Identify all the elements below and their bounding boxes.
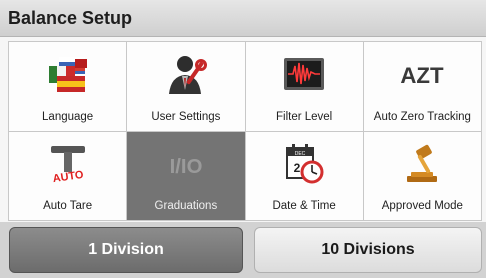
filter-level-icon — [279, 52, 329, 96]
calendar-day-text: 2 — [294, 161, 301, 175]
auto-tare-icon-text: AUTO — [52, 168, 85, 184]
auto-tare-icon: AUTO — [43, 142, 93, 186]
gavel-icon — [397, 142, 447, 186]
graduations-icon: I/IO — [161, 142, 211, 186]
tile-auto-tare[interactable]: AUTO Auto Tare — [9, 131, 127, 220]
settings-grid: Language User Settings Filter Level AZT … — [8, 41, 482, 221]
tile-auto-zero-tracking[interactable]: AZT Auto Zero Tracking — [363, 42, 481, 131]
tile-date-time[interactable]: DEC 2 Date & Time — [245, 131, 363, 220]
division-options-bar: 1 Division 10 Divisions — [0, 222, 486, 278]
tile-label: Graduations — [154, 200, 218, 212]
tile-approved-mode[interactable]: Approved Mode — [363, 131, 481, 220]
flags-icon — [43, 52, 93, 96]
one-division-button[interactable]: 1 Division — [9, 227, 243, 273]
graduations-icon-text: I/IO — [169, 156, 202, 178]
tile-label: Auto Zero Tracking — [373, 110, 471, 123]
ten-divisions-button[interactable]: 10 Divisions — [254, 227, 482, 273]
tile-language[interactable]: Language — [9, 42, 127, 131]
user-settings-icon — [161, 52, 211, 96]
tile-filter-level[interactable]: Filter Level — [245, 42, 363, 131]
tile-label: Date & Time — [272, 200, 336, 212]
tile-user-settings[interactable]: User Settings — [127, 42, 245, 131]
azt-icon-text: AZT — [401, 63, 445, 88]
calendar-clock-icon: DEC 2 — [279, 142, 329, 186]
calendar-month-text: DEC — [295, 151, 306, 157]
page-title: Balance Setup — [8, 8, 133, 28]
header-bar: Balance Setup — [0, 0, 486, 37]
tile-label: User Settings — [151, 110, 221, 123]
tile-label: Language — [42, 110, 94, 123]
tile-label: Auto Tare — [43, 200, 93, 212]
tile-label: Filter Level — [276, 110, 333, 123]
tile-label: Approved Mode — [381, 200, 463, 212]
azt-icon: AZT — [397, 52, 447, 96]
tile-graduations[interactable]: I/IO Graduations — [127, 131, 245, 220]
